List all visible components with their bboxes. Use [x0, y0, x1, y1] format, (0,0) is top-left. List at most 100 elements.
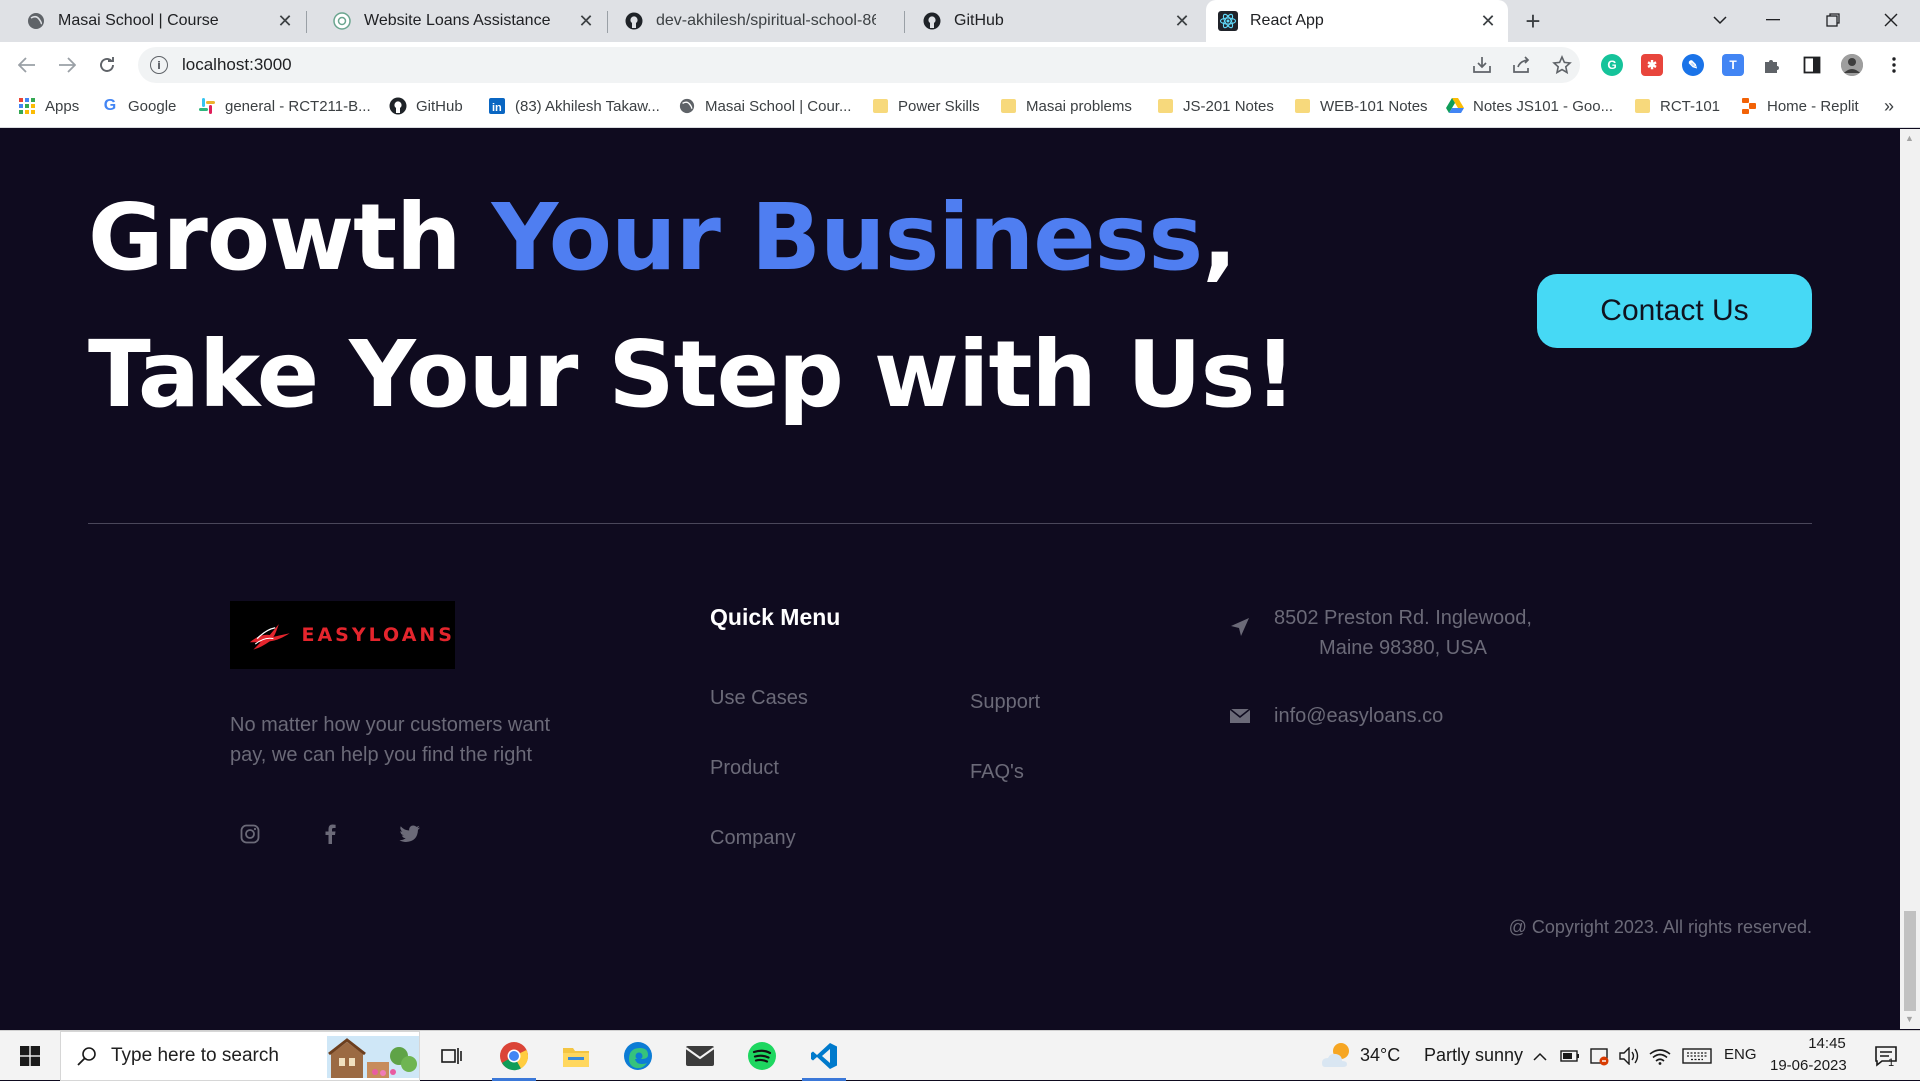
menu-link-use-cases[interactable]: Use Cases — [710, 687, 808, 710]
weather-icon[interactable] — [1320, 1031, 1354, 1081]
back-arrow-icon[interactable] — [12, 50, 42, 80]
task-view-icon[interactable] — [430, 1031, 474, 1081]
hero-text-end: , — [1202, 184, 1237, 291]
bookmark-rct101[interactable]: RCT-101 — [1633, 88, 1720, 124]
close-tab-icon[interactable]: ✕ — [576, 11, 596, 31]
notification-count: 1 — [1888, 1057, 1895, 1069]
wifi-icon[interactable] — [1648, 1031, 1672, 1081]
menu-link-support[interactable]: Support — [970, 691, 1040, 714]
tab-strip: Masai School | Course ✕ Website Loans As… — [0, 0, 1920, 42]
side-panel-icon[interactable] — [1801, 54, 1823, 76]
facebook-icon[interactable] — [315, 819, 345, 849]
volume-icon[interactable] — [1618, 1031, 1642, 1081]
bookmark-web101-notes[interactable]: WEB-101 Notes — [1293, 88, 1428, 124]
address-line-2: Maine 98380, USA — [1319, 637, 1487, 659]
security-center-icon[interactable] — [1588, 1031, 1612, 1081]
location-arrow-icon — [1228, 615, 1252, 639]
bookmark-js201-notes[interactable]: JS-201 Notes — [1156, 88, 1274, 124]
show-hidden-icons-chevron-icon[interactable] — [1528, 1031, 1552, 1081]
bookmark-replit[interactable]: Home - Replit — [1740, 88, 1859, 124]
restore-button[interactable] — [1808, 0, 1858, 40]
extension-red-icon[interactable]: ✱ — [1641, 54, 1663, 76]
address-text: 8502 Preston Rd. Inglewood, Maine 98380,… — [1274, 603, 1532, 663]
tab-title: Website Loans Assistance — [364, 12, 551, 29]
windows-start-icon[interactable] — [0, 1031, 60, 1081]
extensions-puzzle-icon[interactable] — [1761, 54, 1783, 76]
bookmark-star-icon[interactable] — [1551, 54, 1573, 76]
close-window-button[interactable] — [1866, 0, 1916, 40]
folder-icon — [1156, 97, 1174, 115]
bookmark-google[interactable]: G Google — [101, 88, 177, 124]
vscode-icon — [811, 1043, 837, 1069]
language-indicator[interactable]: ENG — [1724, 1046, 1757, 1063]
clock-time[interactable]: 14:45 — [1792, 1035, 1862, 1052]
globe-icon — [678, 97, 696, 115]
clock-date[interactable]: 19-06-2023 — [1770, 1057, 1847, 1074]
scroll-up-arrow-icon[interactable]: ▲ — [1905, 133, 1914, 143]
react-icon — [1218, 11, 1238, 31]
notification-center-icon[interactable]: 1 — [1866, 1031, 1906, 1081]
close-tab-icon[interactable]: ✕ — [275, 11, 295, 31]
mail-app-icon[interactable] — [670, 1031, 730, 1081]
menu-link-faqs[interactable]: FAQ's — [970, 761, 1024, 784]
easyloans-logo[interactable]: EASYLOANS — [230, 601, 455, 669]
tab-github[interactable]: GitHub ✕ — [896, 0, 1202, 42]
spotify-icon[interactable] — [732, 1031, 792, 1081]
chrome-menu-icon[interactable] — [1883, 54, 1905, 76]
bookmark-linkedin[interactable]: in (83) Akhilesh Takaw... — [488, 88, 660, 124]
bookmark-label: RCT-101 — [1660, 97, 1721, 115]
tab-masai-school[interactable]: Masai School | Course ✕ — [0, 0, 305, 42]
file-explorer-icon[interactable] — [546, 1031, 606, 1081]
battery-icon[interactable] — [1558, 1031, 1582, 1081]
share-icon[interactable] — [1511, 54, 1533, 76]
menu-link-product[interactable]: Product — [710, 757, 779, 780]
search-placeholder: Type here to search — [111, 1045, 279, 1066]
hummingbird-logo-icon — [249, 624, 290, 650]
menu-link-company[interactable]: Company — [710, 827, 796, 850]
close-tab-icon[interactable]: ✕ — [1478, 11, 1498, 31]
bookmark-masai[interactable]: Masai School | Cour... — [678, 88, 851, 124]
site-info-icon[interactable]: i — [150, 56, 168, 74]
tab-title: React App — [1250, 12, 1324, 29]
email-link[interactable]: info@easyloans.co — [1274, 701, 1443, 731]
address-bar[interactable]: i localhost:3000 — [138, 47, 1580, 83]
bookmark-github[interactable]: GitHub — [389, 88, 463, 124]
bookmark-notes-js101[interactable]: Notes JS101 - Goo... — [1446, 88, 1613, 124]
taskbar-chrome-app[interactable] — [484, 1031, 544, 1081]
bookmark-masai-problems[interactable]: Masai problems — [999, 88, 1132, 124]
forward-arrow-icon[interactable] — [52, 50, 82, 80]
tab-search-chevron-icon[interactable] — [1695, 0, 1745, 40]
edge-icon[interactable] — [608, 1031, 668, 1081]
close-tab-icon[interactable]: ✕ — [1172, 11, 1192, 31]
new-tab-button[interactable]: + — [1518, 6, 1548, 36]
reload-icon[interactable] — [92, 50, 122, 80]
bookmark-label: Masai School | Cour... — [705, 97, 852, 115]
folder-icon — [1633, 97, 1651, 115]
bookmark-label: general - RCT211-B... — [225, 97, 371, 115]
taskbar-vscode-app[interactable] — [794, 1031, 854, 1081]
install-app-icon[interactable] — [1471, 54, 1493, 76]
more-bookmarks-button[interactable]: » — [1884, 88, 1894, 124]
keyboard-icon[interactable] — [1680, 1031, 1714, 1081]
minimize-button[interactable] — [1748, 0, 1798, 40]
tab-github-repo[interactable]: dev-akhilesh/spiritual-school-864 — [598, 0, 904, 42]
grammarly-icon[interactable]: G — [1601, 54, 1623, 76]
instagram-icon[interactable] — [235, 819, 265, 849]
twitter-icon[interactable] — [395, 819, 425, 849]
bookmark-slack[interactable]: general - RCT211-B... — [198, 88, 371, 124]
scroll-down-arrow-icon[interactable]: ▼ — [1905, 1014, 1914, 1024]
globe-icon — [26, 11, 46, 31]
bookmark-power-skills[interactable]: Power Skills — [871, 88, 980, 124]
extension-blue-icon[interactable]: ✎ — [1682, 54, 1704, 76]
translate-icon[interactable]: T — [1722, 54, 1744, 76]
page-scrollbar[interactable]: ▲ ▼ — [1900, 129, 1920, 1029]
scrollbar-thumb[interactable] — [1904, 911, 1916, 1011]
bookmark-apps[interactable]: Apps — [18, 88, 79, 124]
tab-website-loans[interactable]: Website Loans Assistance ✕ — [306, 0, 606, 42]
chatgpt-icon — [332, 11, 352, 31]
tab-react-app[interactable]: React App ✕ — [1206, 0, 1508, 42]
taskbar-search-box[interactable]: Type here to search — [60, 1031, 420, 1081]
contact-us-button[interactable]: Contact Us — [1537, 274, 1812, 348]
profile-avatar[interactable] — [1841, 54, 1863, 76]
bookmark-label: Google — [128, 97, 177, 115]
